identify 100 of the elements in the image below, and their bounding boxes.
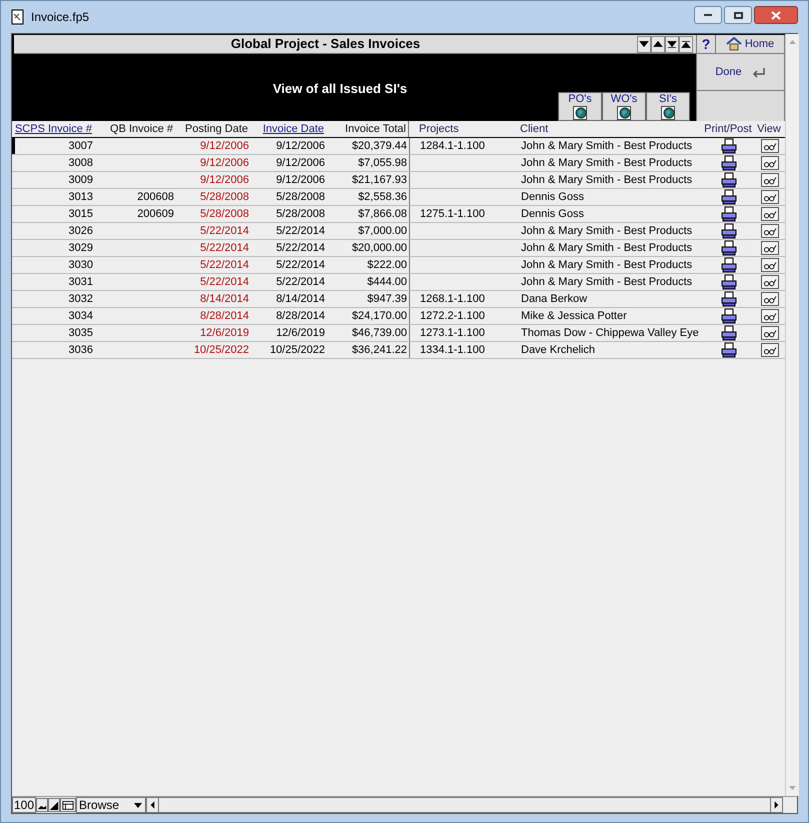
printer-icon[interactable] bbox=[721, 223, 737, 239]
maximize-button[interactable] bbox=[724, 6, 752, 24]
table-cell-text: $20,379.44 bbox=[350, 138, 408, 154]
glasses-icon[interactable] bbox=[761, 292, 779, 306]
table-cell-text: 5/22/2014 bbox=[199, 224, 250, 239]
table-cell: 1275.1-1.100 bbox=[409, 206, 518, 222]
globe-icon bbox=[661, 106, 675, 120]
glasses-icon[interactable] bbox=[761, 326, 779, 340]
close-icon bbox=[771, 10, 781, 20]
table-cell: 1273.1-1.100 bbox=[409, 325, 518, 341]
record-nav-icon[interactable] bbox=[679, 36, 693, 52]
glasses-icon[interactable] bbox=[761, 190, 779, 204]
table-cell-text: 9/12/2006 bbox=[199, 156, 250, 171]
printer-icon[interactable] bbox=[721, 172, 737, 188]
zoom-in-icon[interactable] bbox=[48, 798, 60, 812]
mode-dropdown[interactable]: Browse bbox=[76, 797, 146, 813]
layout-icon[interactable] bbox=[60, 798, 76, 812]
record-nav-icon[interactable] bbox=[651, 36, 665, 52]
table-cell-text: John & Mary Smith - Best Products bbox=[520, 156, 694, 171]
column-header[interactable]: SCPS Invoice # bbox=[14, 120, 94, 137]
glasses-icon[interactable] bbox=[761, 139, 779, 153]
caret-icon bbox=[134, 802, 142, 808]
table-cell-text: $7,866.08 bbox=[357, 206, 408, 222]
table-cell-text: 3007 bbox=[68, 138, 94, 154]
table-cell-text: John & Mary Smith - Best Products bbox=[520, 258, 694, 273]
table-cell: 1268.1-1.100 bbox=[409, 291, 518, 307]
horizontal-scrollbar[interactable] bbox=[146, 797, 783, 813]
glasses-icon[interactable] bbox=[761, 173, 779, 187]
printer-icon[interactable] bbox=[721, 325, 737, 341]
table-cell-text: $46,739.00 bbox=[350, 326, 408, 341]
table-cell-text: 8/28/2014 bbox=[275, 308, 326, 324]
table-cell-text: 5/28/2008 bbox=[199, 190, 250, 205]
nav-button[interactable]: PO's bbox=[558, 92, 602, 121]
printer-icon[interactable] bbox=[721, 257, 737, 273]
table-cell-text: 5/22/2014 bbox=[275, 224, 326, 239]
table-cell-text: 3034 bbox=[68, 308, 94, 324]
printer-icon[interactable] bbox=[721, 189, 737, 205]
table-cell-text: 3029 bbox=[68, 240, 94, 256]
table-cell-text: 5/28/2008 bbox=[275, 190, 326, 205]
table-cell-text: John & Mary Smith - Best Products bbox=[520, 274, 694, 290]
zoom-out-icon[interactable] bbox=[36, 798, 48, 812]
printer-icon[interactable] bbox=[721, 274, 737, 290]
record-nav-icon[interactable] bbox=[665, 36, 679, 52]
help-button[interactable]: ? bbox=[696, 35, 716, 53]
printer-icon[interactable] bbox=[721, 308, 737, 324]
globe-icon bbox=[573, 106, 587, 120]
table-cell-text: $20,000.00 bbox=[350, 240, 408, 256]
nav-button[interactable]: SI's bbox=[646, 92, 690, 121]
table-cell: 1272.2-1.100 bbox=[409, 308, 518, 324]
table-cell: 1284.1-1.100 bbox=[409, 138, 518, 154]
table-cell-text: 10/25/2022 bbox=[268, 342, 326, 358]
printer-icon[interactable] bbox=[721, 155, 737, 171]
table-cell-text: 5/22/2014 bbox=[275, 274, 326, 290]
glasses-icon[interactable] bbox=[761, 241, 779, 255]
glasses-icon[interactable] bbox=[761, 309, 779, 323]
glasses-icon[interactable] bbox=[761, 258, 779, 272]
table-cell-text: Thomas Dow - Chippewa Valley Eye bbox=[520, 326, 700, 341]
document-icon bbox=[11, 9, 25, 25]
zoom-level[interactable]: 100 bbox=[12, 797, 36, 813]
table-cell-text: 9/12/2006 bbox=[199, 172, 250, 188]
printer-icon[interactable] bbox=[721, 240, 737, 256]
table-cell-text: 5/22/2014 bbox=[275, 258, 326, 273]
printer-icon[interactable] bbox=[721, 342, 737, 358]
printer-icon[interactable] bbox=[721, 291, 737, 307]
printer-icon[interactable] bbox=[721, 206, 737, 222]
record-nav-icon[interactable] bbox=[637, 36, 651, 52]
table-cell-text: 3008 bbox=[68, 156, 94, 171]
table-cell-text: $444.00 bbox=[366, 274, 408, 290]
table-cell-text: 9/12/2006 bbox=[199, 138, 250, 154]
table-cell-text: Dave Krchelich bbox=[520, 342, 596, 358]
table-cell-text: 3013 bbox=[68, 190, 94, 205]
glasses-icon[interactable] bbox=[761, 156, 779, 170]
glasses-icon[interactable] bbox=[761, 343, 779, 357]
column-header: Invoice Total bbox=[344, 122, 407, 136]
close-button[interactable] bbox=[754, 6, 798, 24]
nav-button[interactable]: WO's bbox=[602, 92, 646, 121]
table-cell-text: 5/22/2014 bbox=[199, 258, 250, 273]
column-header: Print/Post bbox=[703, 122, 753, 136]
table-cell-text: 8/14/2014 bbox=[275, 292, 326, 307]
table-cell-text: 3026 bbox=[68, 224, 94, 239]
window-title: Invoice.fp5 bbox=[31, 9, 90, 26]
minimize-button[interactable] bbox=[694, 6, 722, 24]
column-header[interactable]: Invoice Date bbox=[250, 120, 326, 137]
table-cell-text: 3036 bbox=[68, 342, 94, 358]
table-cell-text: 5/22/2014 bbox=[199, 274, 250, 290]
table-cell-text: John & Mary Smith - Best Products bbox=[520, 240, 694, 256]
table-cell-text: $222.00 bbox=[366, 258, 408, 273]
table-cell-text: 3030 bbox=[68, 258, 94, 273]
table-cell-text: 9/12/2006 bbox=[275, 138, 326, 154]
printer-icon[interactable] bbox=[721, 138, 737, 154]
page-title: Global Project - Sales Invoices bbox=[230, 35, 422, 54]
glasses-icon[interactable] bbox=[761, 207, 779, 221]
table-cell-text: 10/25/2022 bbox=[192, 342, 250, 358]
table-cell-text: Dennis Goss bbox=[520, 190, 585, 205]
table-cell-text: 12/6/2019 bbox=[199, 326, 250, 341]
glasses-icon[interactable] bbox=[761, 224, 779, 238]
glasses-icon[interactable] bbox=[761, 275, 779, 289]
table-cell-text: 200609 bbox=[136, 206, 175, 222]
table-cell-text: 5/28/2008 bbox=[275, 206, 326, 222]
table-cell-text: $24,170.00 bbox=[350, 308, 408, 324]
